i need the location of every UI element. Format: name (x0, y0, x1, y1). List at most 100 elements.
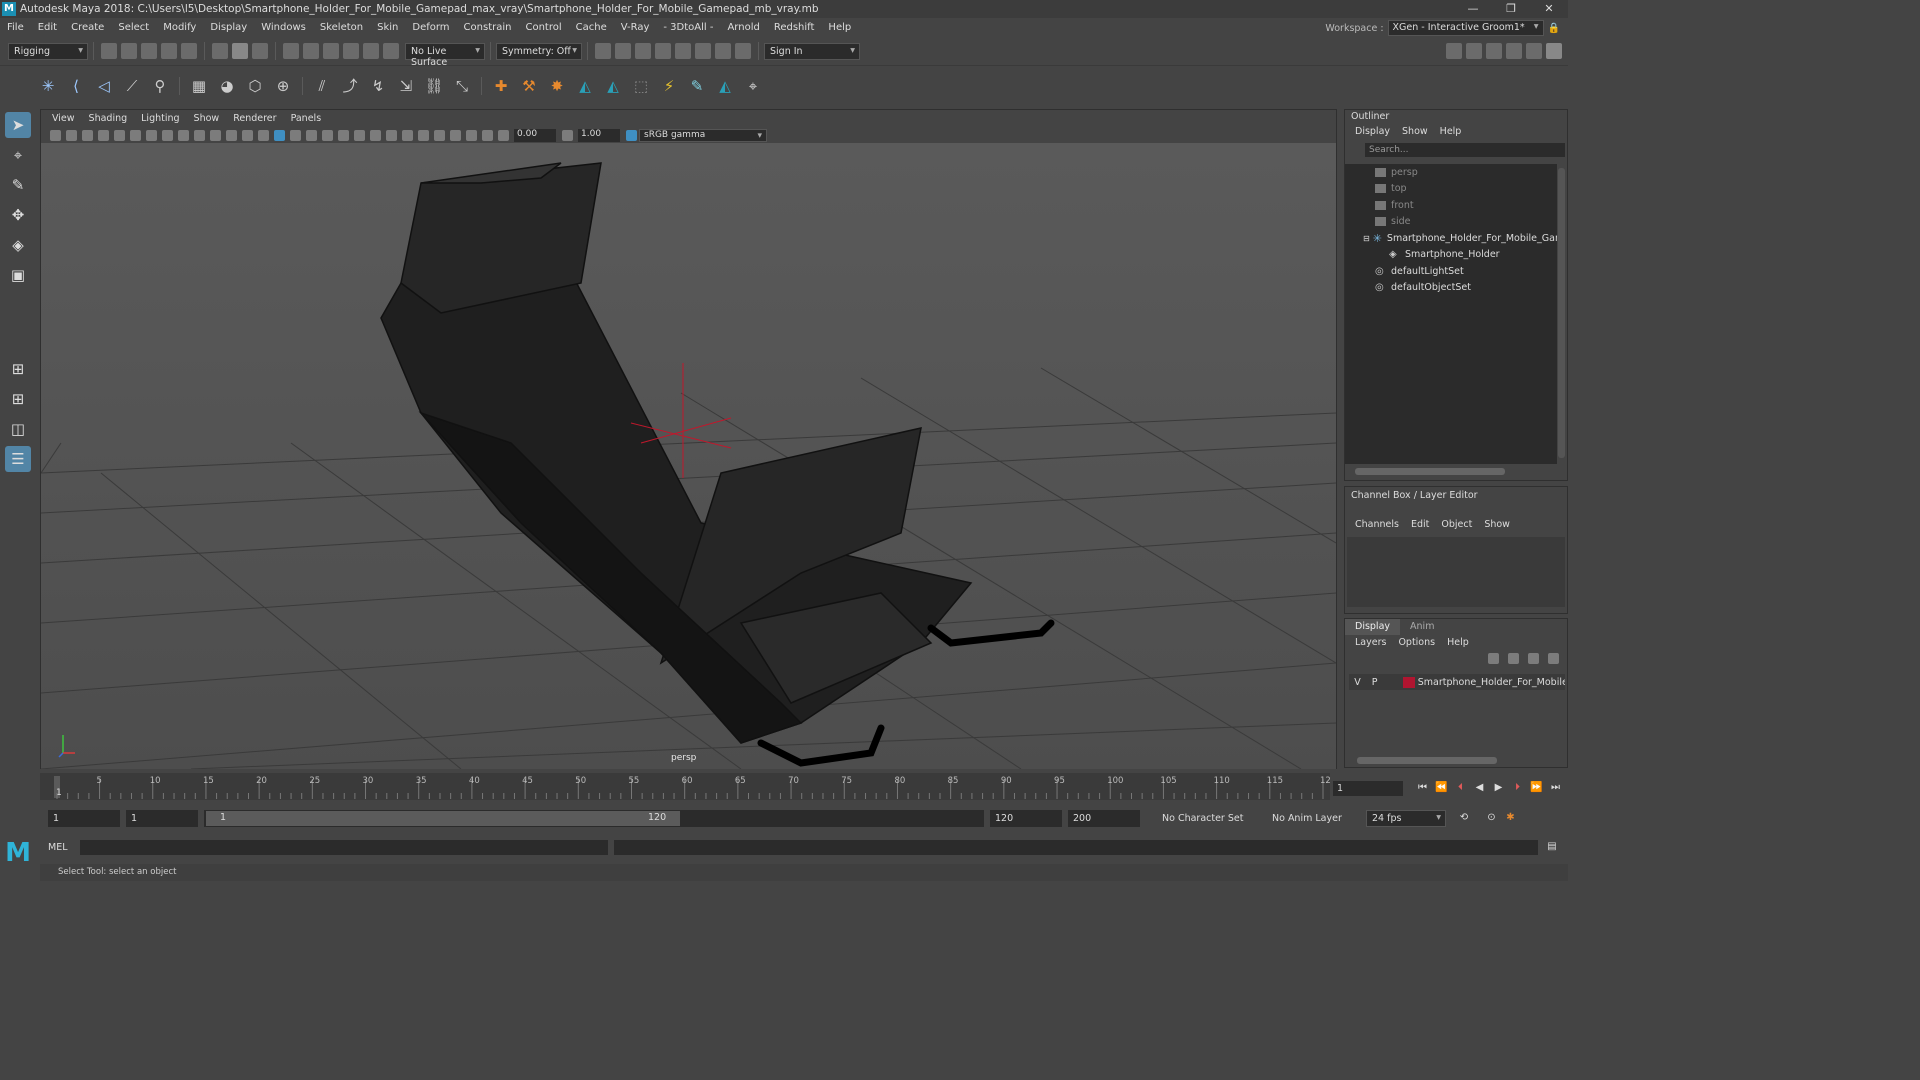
snap-surface-icon[interactable] (363, 43, 379, 59)
single-perspective-layout-icon[interactable]: ⊞ (5, 356, 31, 382)
channel-box-body[interactable] (1347, 537, 1565, 607)
select-object-icon[interactable] (232, 43, 248, 59)
wireframe-icon[interactable] (257, 129, 269, 141)
screen-space-ao-icon[interactable] (369, 129, 381, 141)
sign-in-button[interactable]: Sign In (764, 42, 860, 60)
exposure-field[interactable]: 0.00 (514, 128, 556, 142)
menu-create[interactable]: Create (64, 22, 111, 33)
grid-icon[interactable] (145, 129, 157, 141)
default-material-icon[interactable] (289, 129, 301, 141)
move-layer-up-icon[interactable] (1487, 653, 1499, 664)
orient-constraint-icon[interactable]: ↯ (367, 75, 389, 97)
select-tool-icon[interactable]: ➤ (5, 112, 31, 138)
snap-grid-icon[interactable] (283, 43, 299, 59)
le-menu-layers[interactable]: Layers (1349, 637, 1392, 648)
paint-select-tool-icon[interactable]: ✎ (5, 172, 31, 198)
menu-skin[interactable]: Skin (370, 22, 405, 33)
view-transform-dropdown[interactable]: sRGB gamma (639, 128, 767, 142)
outliner-item[interactable]: top (1345, 181, 1557, 198)
menu-help[interactable]: Help (821, 22, 858, 33)
step-back-key-icon[interactable]: ⏪ (1434, 781, 1450, 795)
vp-menu-lighting[interactable]: Lighting (134, 113, 186, 124)
hik-source-icon[interactable]: ◭ (574, 75, 596, 97)
hypershade-icon[interactable] (675, 43, 691, 59)
color-management-icon[interactable] (625, 129, 637, 141)
menu-windows[interactable]: Windows (254, 22, 313, 33)
select-camera-icon[interactable] (49, 129, 61, 141)
render-settings-icon[interactable] (655, 43, 671, 59)
menu-file[interactable]: File (0, 22, 31, 33)
character-set-dropdown[interactable]: No Character Set (1162, 813, 1266, 824)
light-editor-icon[interactable] (715, 43, 731, 59)
blank-shelf-icon[interactable]: ⬚ (630, 75, 652, 97)
live-surface-field[interactable]: No Live Surface (405, 42, 485, 68)
quick-rig-icon[interactable]: ✚ (490, 75, 512, 97)
move-layer-down-icon[interactable] (1507, 653, 1519, 664)
script-editor-icon[interactable]: ▤ (1544, 840, 1560, 854)
cb-menu-show[interactable]: Show (1478, 519, 1516, 530)
snap-pivot-icon[interactable] (383, 43, 399, 59)
safe-action-icon[interactable] (225, 129, 237, 141)
3d-viewport[interactable]: persp (41, 143, 1336, 769)
step-forward-frame-icon[interactable]: ⏵ (1510, 781, 1526, 795)
outliner-item[interactable]: front (1345, 197, 1557, 214)
isolate-select-icon[interactable] (433, 129, 445, 141)
menu-deform[interactable]: Deform (405, 22, 456, 33)
undo-icon[interactable] (161, 43, 177, 59)
animation-preferences-icon[interactable]: ✱ (1503, 811, 1519, 825)
menu-control[interactable]: Control (518, 22, 568, 33)
paint-tool-icon[interactable]: ✎ (686, 75, 708, 97)
layer-editor-toggle-icon[interactable] (1546, 43, 1562, 59)
snap-curve-icon[interactable] (303, 43, 319, 59)
paint-weights-icon[interactable]: ⚡ (658, 75, 680, 97)
attribute-editor-icon[interactable] (1466, 43, 1482, 59)
xray-icon[interactable] (449, 129, 461, 141)
resolution-gate-icon[interactable] (177, 129, 189, 141)
workspace-dropdown[interactable]: XGen - Interactive Groom1* (1387, 20, 1544, 36)
use-all-lights-icon[interactable] (337, 129, 349, 141)
menu-select[interactable]: Select (111, 22, 156, 33)
step-forward-key-icon[interactable]: ⏩ (1529, 781, 1545, 795)
ik-handle-icon[interactable]: ⟨ (65, 75, 87, 97)
hik-target-icon[interactable]: ◭ (602, 75, 624, 97)
layer-editor-scrollbar[interactable] (1357, 757, 1497, 764)
lock-icon[interactable]: 🔒 (1548, 23, 1560, 34)
exposure-icon[interactable] (497, 129, 509, 141)
bookmarks-icon[interactable] (81, 129, 93, 141)
gamma-icon[interactable] (561, 129, 573, 141)
cb-menu-object[interactable]: Object (1435, 519, 1478, 530)
tool-settings-icon[interactable] (1486, 43, 1502, 59)
orient-joint-icon[interactable]: ⚲ (149, 75, 171, 97)
play-backwards-icon[interactable]: ◀ (1472, 781, 1488, 795)
channel-box-icon[interactable] (1506, 43, 1522, 59)
range-slider-handle[interactable] (206, 810, 680, 826)
tab-display[interactable]: Display (1345, 619, 1401, 635)
grease-pencil-icon[interactable] (129, 129, 141, 141)
pause-icon[interactable] (735, 43, 751, 59)
two-pane-layout-icon[interactable]: ◫ (5, 416, 31, 442)
open-scene-icon[interactable] (121, 43, 137, 59)
close-button[interactable]: ✕ (1530, 0, 1568, 18)
vp-menu-renderer[interactable]: Renderer (226, 113, 283, 124)
snap-view-icon[interactable] (343, 43, 359, 59)
human-ik-icon[interactable]: ⚒ (518, 75, 540, 97)
loop-icon[interactable]: ⟲ (1456, 811, 1472, 825)
play-forwards-icon[interactable]: ▶ (1491, 781, 1507, 795)
outliner-menu-display[interactable]: Display (1349, 126, 1396, 137)
four-view-layout-icon[interactable]: ⊞ (5, 386, 31, 412)
render-icon[interactable] (615, 43, 631, 59)
vp-menu-panels[interactable]: Panels (284, 113, 329, 124)
outliner-menu-show[interactable]: Show (1396, 126, 1434, 137)
mirror-joint-icon[interactable]: ⟋ (121, 75, 143, 97)
menu-constrain[interactable]: Constrain (457, 22, 519, 33)
create-joint-icon[interactable]: ✳ (37, 75, 59, 97)
snap-point-icon[interactable] (323, 43, 339, 59)
auto-key-icon[interactable]: ⊙ (1484, 811, 1500, 825)
vp-menu-shading[interactable]: Shading (82, 113, 135, 124)
le-menu-options[interactable]: Options (1392, 637, 1441, 648)
go-to-start-icon[interactable]: ⏮ (1415, 781, 1431, 795)
tab-anim[interactable]: Anim (1400, 619, 1444, 635)
film-gate-icon[interactable] (161, 129, 173, 141)
shadows-icon[interactable] (353, 129, 365, 141)
field-chart-icon[interactable] (209, 129, 221, 141)
